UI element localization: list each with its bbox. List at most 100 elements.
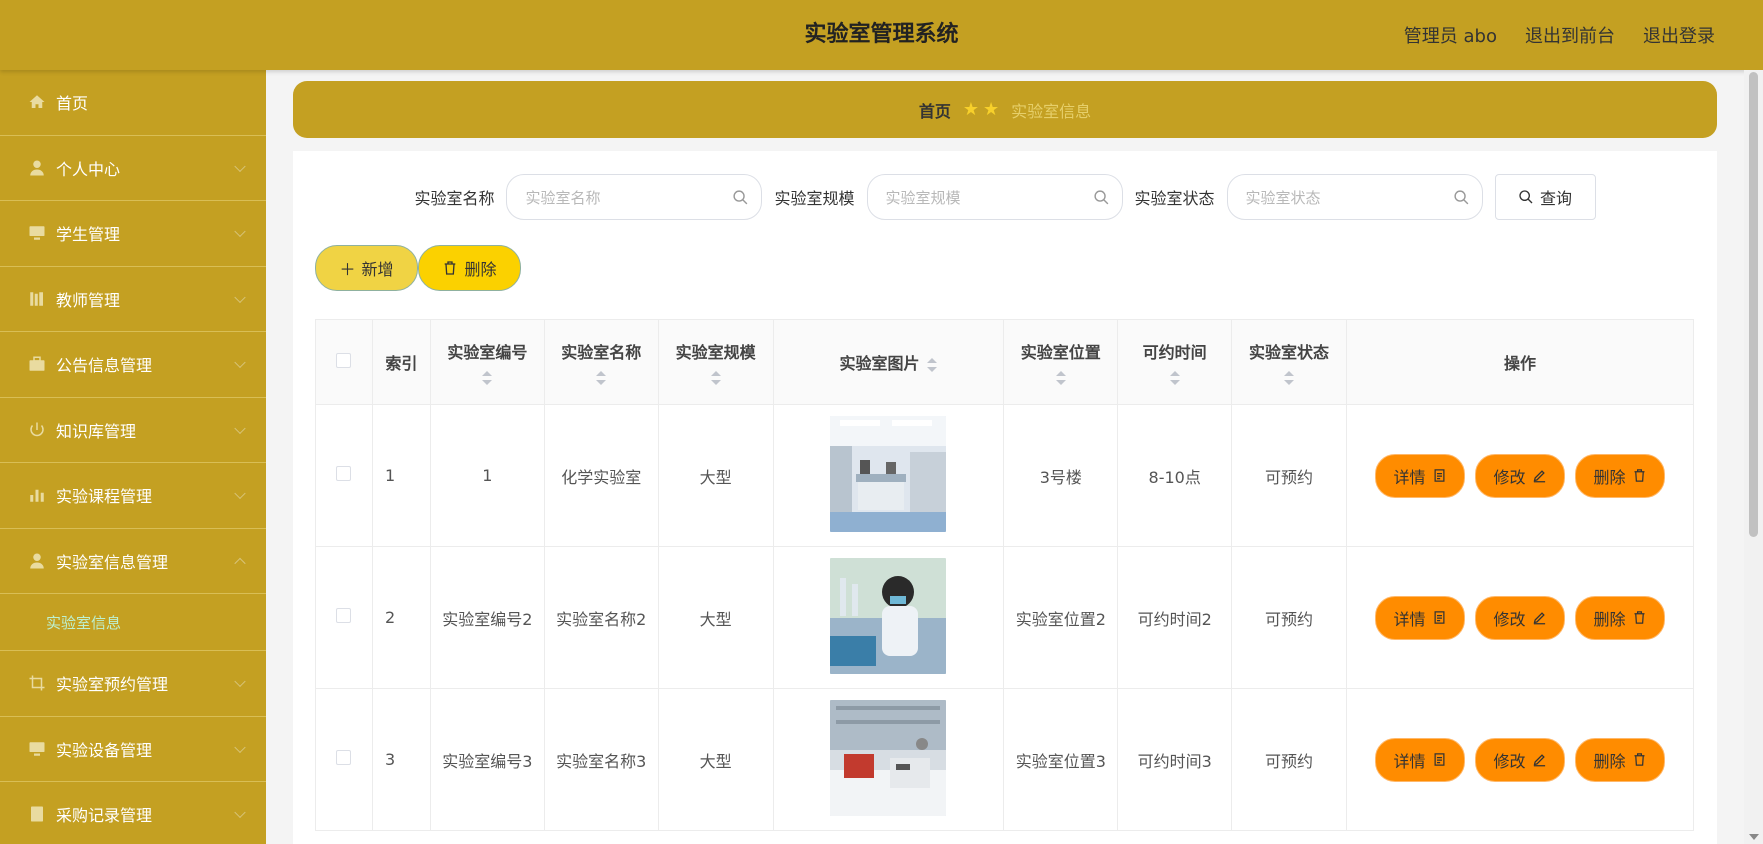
- cell-name: 化学实验室: [543, 404, 659, 547]
- sidebar-item-personal-center[interactable]: 个人中心: [0, 136, 266, 201]
- cell-index: 3: [371, 688, 431, 831]
- sidebar-subitem-lab-info[interactable]: 实验室信息: [0, 594, 266, 651]
- search-label-name: 实验室名称: [414, 189, 495, 208]
- sidebar-item-purchase[interactable]: 采购记录管理: [0, 782, 266, 844]
- trash-icon: [1634, 469, 1644, 482]
- delete-button[interactable]: 删除: [1575, 453, 1665, 498]
- document-icon: [28, 805, 46, 823]
- select-all-checkbox[interactable]: [336, 352, 352, 368]
- scrollbar-thumb[interactable]: [1749, 72, 1758, 537]
- sidebar-item-equipment[interactable]: 实验设备管理: [0, 717, 266, 782]
- document-icon: [1434, 611, 1444, 624]
- row-actions: 详情 修改 删除: [1347, 595, 1693, 640]
- table-header-row: 索引 实验室编号 实验室名称 实验室规模 实验室图片 实验室位置 可约时间 实验…: [315, 319, 1694, 405]
- star-icon: ★: [962, 99, 979, 120]
- sidebar-item-home[interactable]: 首页: [0, 70, 266, 136]
- chevron-up-icon: [234, 557, 246, 569]
- header-scale[interactable]: 实验室规模: [657, 319, 774, 405]
- header-code[interactable]: 实验室编号: [429, 319, 545, 405]
- crop-icon: [28, 674, 46, 692]
- detail-button[interactable]: 详情: [1375, 453, 1465, 498]
- lab-image[interactable]: [830, 415, 947, 532]
- add-button[interactable]: ＋ 新增: [315, 245, 418, 291]
- search-label-status: 实验室状态: [1134, 189, 1215, 208]
- cell-code: 实验室编号3: [429, 688, 545, 831]
- sidebar-item-reservation[interactable]: 实验室预约管理: [0, 651, 266, 717]
- table-row: 1 1 化学实验室 大型 3号楼 8-10点 可预约 详情 修改 删除: [315, 404, 1694, 547]
- edit-button[interactable]: 修改: [1475, 737, 1565, 782]
- sort-icon[interactable]: [596, 371, 607, 385]
- lab-image[interactable]: [830, 699, 947, 816]
- row-checkbox[interactable]: [336, 466, 352, 481]
- detail-button[interactable]: 详情: [1375, 737, 1465, 782]
- user-icon: [28, 552, 46, 570]
- sort-icon[interactable]: [482, 371, 493, 385]
- row-checkbox[interactable]: [336, 750, 352, 765]
- header-time[interactable]: 可约时间: [1117, 319, 1233, 405]
- pencil-icon: [1533, 470, 1545, 483]
- star-icon: ★: [983, 99, 1000, 120]
- cell-code: 实验室编号2: [429, 546, 545, 689]
- sidebar-item-notice[interactable]: 公告信息管理: [0, 332, 266, 398]
- sort-icon[interactable]: [927, 357, 938, 372]
- sidebar-item-teacher[interactable]: 教师管理: [0, 267, 266, 332]
- sort-icon[interactable]: [1055, 371, 1066, 385]
- header-name[interactable]: 实验室名称: [543, 319, 659, 405]
- query-button[interactable]: 查询: [1494, 174, 1596, 220]
- scroll-down-icon[interactable]: [1749, 834, 1759, 840]
- edit-button[interactable]: 修改: [1475, 453, 1565, 498]
- page-scrollbar[interactable]: [1744, 70, 1763, 844]
- chevron-down-icon: [234, 356, 246, 369]
- lab-name-input[interactable]: 实验室名称: [506, 174, 763, 220]
- briefcase-icon: [28, 355, 46, 373]
- pencil-icon: [1533, 754, 1545, 767]
- trash-icon: [1634, 611, 1644, 624]
- batch-delete-button[interactable]: 删除: [418, 245, 521, 291]
- select-all-cell: [315, 319, 373, 405]
- search-icon: [1519, 190, 1533, 204]
- sort-icon[interactable]: [1169, 371, 1180, 385]
- books-icon: [28, 290, 46, 308]
- search-icon: [733, 190, 748, 205]
- sort-icon[interactable]: [710, 371, 721, 385]
- edit-button[interactable]: 修改: [1475, 595, 1565, 640]
- user-icon: [28, 159, 46, 177]
- detail-button[interactable]: 详情: [1375, 595, 1465, 640]
- sidebar-item-student[interactable]: 学生管理: [0, 201, 266, 267]
- cell-status: 可预约: [1231, 404, 1347, 547]
- row-checkbox[interactable]: [336, 608, 352, 623]
- cell-time: 8-10点: [1117, 404, 1233, 547]
- header-image[interactable]: 实验室图片: [772, 319, 1005, 405]
- document-icon: [1434, 753, 1444, 766]
- monitor-icon: [28, 224, 46, 242]
- row-actions: 详情 修改 删除: [1347, 453, 1693, 498]
- table-row: 3 实验室编号3 实验室名称3 大型 实验室位置3 可约时间3 可预约 详情 修…: [315, 688, 1694, 831]
- pencil-icon: [1533, 612, 1545, 625]
- table-row: 2 实验室编号2 实验室名称2 大型 实验室位置2 可约时间2 可预约 详情 修…: [315, 546, 1694, 689]
- lab-status-input[interactable]: 实验室状态: [1226, 174, 1483, 220]
- header-index: 索引: [371, 319, 431, 405]
- action-buttons: ＋ 新增 删除: [315, 245, 521, 291]
- delete-button[interactable]: 删除: [1575, 595, 1665, 640]
- chevron-down-icon: [234, 806, 246, 819]
- delete-button[interactable]: 删除: [1575, 737, 1665, 782]
- cell-name: 实验室名称2: [543, 546, 659, 689]
- lab-scale-input[interactable]: 实验室规模: [866, 174, 1123, 220]
- sidebar-item-course[interactable]: 实验课程管理: [0, 463, 266, 529]
- sidebar-item-lab-info[interactable]: 实验室信息管理: [0, 529, 266, 594]
- cell-code: 1: [429, 404, 545, 547]
- breadcrumb-home[interactable]: 首页: [919, 98, 951, 122]
- header-status[interactable]: 实验室状态: [1231, 319, 1347, 405]
- cell-index: 1: [371, 404, 431, 547]
- exit-to-front-link[interactable]: 退出到前台: [1525, 22, 1615, 48]
- lab-image[interactable]: [830, 557, 947, 674]
- logout-link[interactable]: 退出登录: [1643, 22, 1715, 48]
- sidebar-item-knowledge[interactable]: 知识库管理: [0, 398, 266, 463]
- cell-status: 可预约: [1231, 688, 1347, 831]
- chevron-down-icon: [234, 675, 246, 688]
- chevron-down-icon: [234, 291, 246, 303]
- header-location[interactable]: 实验室位置: [1003, 319, 1119, 405]
- sort-icon[interactable]: [1284, 371, 1295, 385]
- sidebar-item-label: 采购记录管理: [56, 806, 153, 826]
- chevron-down-icon: [234, 741, 246, 753]
